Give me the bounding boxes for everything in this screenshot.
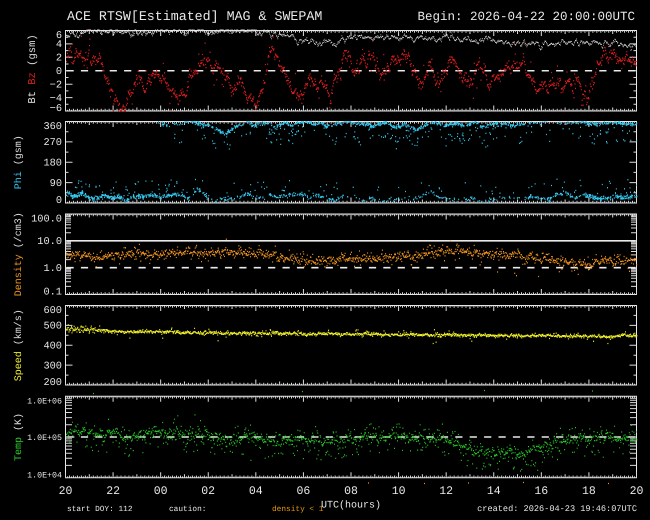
svg-text:1.0E+04: 1.0E+04 <box>27 472 62 481</box>
svg-text:16: 16 <box>534 485 548 498</box>
svg-text:500: 500 <box>43 321 62 333</box>
svg-text:270: 270 <box>43 137 62 149</box>
svg-text:Begin: 2026-04-22 20:00:00UTC: Begin: 2026-04-22 20:00:00UTC <box>417 10 635 24</box>
svg-text:created: 2026-04-23 19:46:07UT: created: 2026-04-23 19:46:07UTC <box>477 504 637 514</box>
svg-text:300: 300 <box>43 360 62 372</box>
svg-text:14: 14 <box>487 485 501 498</box>
svg-text:22: 22 <box>106 485 120 498</box>
svg-text:180: 180 <box>43 157 62 169</box>
svg-text:Bt Bz (gsm): Bt Bz (gsm) <box>27 34 39 103</box>
svg-text:2: 2 <box>56 53 62 65</box>
svg-text:06: 06 <box>296 485 310 498</box>
svg-text:90: 90 <box>50 178 62 190</box>
svg-text:1.0E+06: 1.0E+06 <box>27 398 62 407</box>
svg-text:−2: −2 <box>50 79 62 91</box>
svg-text:UTC(hours): UTC(hours) <box>321 500 381 512</box>
svg-text:4: 4 <box>56 39 62 51</box>
svg-text:20: 20 <box>630 485 644 498</box>
svg-text:20: 20 <box>59 485 73 498</box>
svg-text:02: 02 <box>201 485 215 498</box>
svg-text:0: 0 <box>56 66 62 78</box>
svg-text:10: 10 <box>392 485 406 498</box>
svg-text:10.0: 10.0 <box>37 236 62 248</box>
svg-text:start DOY: 112: start DOY: 112 <box>67 505 133 514</box>
svg-text:360: 360 <box>43 121 62 133</box>
svg-text:00: 00 <box>154 485 168 498</box>
svg-text:0: 0 <box>56 195 62 207</box>
svg-text:−6: −6 <box>50 103 62 115</box>
svg-text:1.0: 1.0 <box>43 263 62 275</box>
svg-text:caution:: caution: <box>169 505 206 514</box>
svg-text:Phi (gsm): Phi (gsm) <box>13 135 25 189</box>
svg-text:100.0: 100.0 <box>31 214 62 226</box>
svg-text:18: 18 <box>582 485 596 498</box>
svg-text:Speed (km/s): Speed (km/s) <box>13 309 25 381</box>
svg-text:600: 600 <box>43 305 62 317</box>
svg-text:ACE RTSW[Estimated] MAG & SWEP: ACE RTSW[Estimated] MAG & SWEPAM <box>67 9 322 24</box>
svg-text:1.0E+05: 1.0E+05 <box>27 434 62 443</box>
svg-text:400: 400 <box>43 340 62 352</box>
svg-text:12: 12 <box>439 485 453 498</box>
svg-text:04: 04 <box>249 485 263 498</box>
svg-text:density < 1: density < 1 <box>272 505 324 514</box>
svg-text:200: 200 <box>43 377 62 389</box>
svg-text:08: 08 <box>344 485 358 498</box>
svg-text:0.1: 0.1 <box>43 287 62 299</box>
svg-text:Temp (K): Temp (K) <box>13 413 25 461</box>
svg-text:Density (/cm3): Density (/cm3) <box>13 212 25 296</box>
